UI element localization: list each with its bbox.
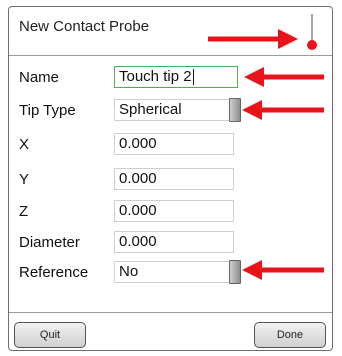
done-button[interactable]: Done (254, 322, 326, 348)
arrow-annotation (242, 100, 324, 120)
x-field[interactable]: 0.000 (114, 133, 234, 155)
z-field[interactable]: 0.000 (114, 200, 234, 222)
y-label: Y (19, 171, 30, 188)
z-label: Z (19, 203, 29, 220)
name-value: Touch tip 2 (119, 68, 192, 85)
probe-icon (307, 14, 317, 50)
arrow-annotation (208, 29, 298, 49)
x-value: 0.000 (119, 135, 157, 152)
diameter-value: 0.000 (119, 233, 157, 250)
text-caret (192, 69, 194, 86)
tip-type-label: Tip Type (19, 102, 76, 119)
reference-value: No (119, 263, 139, 280)
y-field[interactable]: 0.000 (114, 168, 234, 190)
footer-divider (9, 312, 332, 313)
reference-slider-knob[interactable] (229, 260, 241, 284)
quit-button[interactable]: Quit (14, 322, 86, 348)
tip-type-value: Spherical (119, 101, 182, 118)
x-label: X (19, 136, 30, 153)
arrow-annotation (244, 67, 324, 87)
z-value: 0.000 (119, 202, 157, 219)
name-label: Name (19, 69, 60, 86)
name-field[interactable]: Touch tip 2 (114, 66, 238, 88)
header-divider (9, 55, 332, 56)
diameter-label: Diameter (19, 234, 80, 251)
dialog-title: New Contact Probe (19, 18, 150, 35)
arrow-annotation (242, 260, 324, 280)
tip-type-selector[interactable]: Spherical (114, 98, 241, 122)
reference-label: Reference (19, 264, 89, 281)
diameter-field[interactable]: 0.000 (114, 231, 234, 253)
y-value: 0.000 (119, 170, 157, 187)
reference-selector[interactable]: No (114, 260, 241, 284)
tip-type-slider-knob[interactable] (229, 98, 241, 122)
